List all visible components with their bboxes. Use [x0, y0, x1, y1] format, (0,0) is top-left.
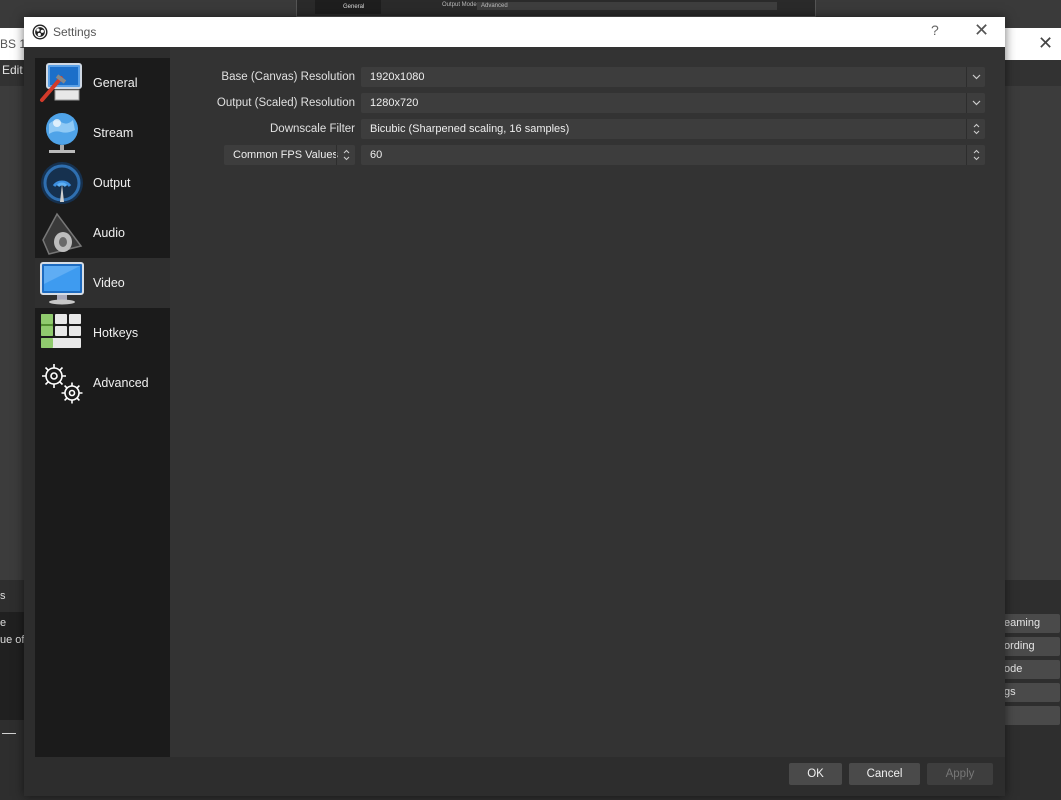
speaker-icon [42, 212, 83, 255]
settings-sidebar: General Stream Output Audio Video Hotkey… [35, 58, 170, 757]
output-resolution-select[interactable]: 1280x720 [361, 93, 985, 113]
apply-button[interactable]: Apply [927, 763, 993, 785]
fps-value-select[interactable]: 60 [361, 145, 985, 165]
sidebar-item-label: Hotkeys [93, 326, 139, 340]
list-item[interactable]: e [0, 617, 6, 629]
output-resolution-label: Output (Scaled) Resolution [216, 97, 355, 109]
ok-button[interactable]: OK [789, 763, 842, 785]
sidebar-item-advanced[interactable]: Advanced [35, 358, 170, 408]
sidebar-item-video[interactable]: Video [35, 258, 170, 308]
updown-arrows-icon[interactable] [336, 145, 355, 165]
gears-icon [42, 364, 83, 404]
obs-logo-icon [32, 24, 48, 40]
fps-type-value: Common FPS Values [233, 149, 338, 161]
fps-value: 60 [370, 149, 383, 161]
background-settings-preview: General Output Mode Advanced [296, 0, 816, 17]
fps-type-select[interactable]: Common FPS Values [224, 145, 355, 165]
dialog-title: Settings [53, 25, 97, 39]
sidebar-item-label: Video [93, 276, 125, 290]
cancel-button[interactable]: Cancel [849, 763, 920, 785]
sidebar-item-label: Stream [93, 126, 134, 140]
background-dock-header: s [0, 590, 6, 602]
sidebar-item-output[interactable]: Output [35, 158, 170, 208]
downscale-filter-label: Downscale Filter [270, 123, 355, 135]
background-mini-label: Output Mode [442, 2, 477, 8]
updown-arrows-icon[interactable] [966, 119, 985, 139]
chevron-down-icon[interactable] [966, 93, 985, 113]
sidebar-item-stream[interactable]: Stream [35, 108, 170, 158]
base-resolution-label: Base (Canvas) Resolution [221, 71, 355, 83]
updown-arrows-icon[interactable] [966, 145, 985, 165]
sidebar-item-label: Output [93, 176, 131, 190]
monitor-icon [40, 262, 84, 305]
menu-edit[interactable]: Edit [2, 63, 23, 77]
sidebar-item-label: Advanced [93, 376, 149, 390]
chevron-down-icon[interactable] [966, 67, 985, 87]
list-item[interactable]: ue of [0, 634, 24, 646]
sidebar-item-hotkeys[interactable]: Hotkeys [35, 308, 170, 358]
general-settings-icon [40, 63, 82, 102]
help-icon[interactable]: ? [931, 22, 939, 38]
base-resolution-select[interactable]: 1920x1080 [361, 67, 985, 87]
downscale-filter-value: Bicubic (Sharpened scaling, 16 samples) [370, 123, 570, 135]
output-resolution-value: 1280x720 [370, 97, 419, 109]
close-icon[interactable]: ✕ [974, 20, 989, 41]
sidebar-item-label: Audio [93, 226, 125, 240]
globe-icon [46, 113, 78, 153]
base-resolution-value: 1920x1080 [370, 71, 425, 83]
background-mini-value: Advanced [477, 2, 777, 10]
settings-dialog: Settings ? ✕ General Stream Output Audio… [24, 17, 1005, 796]
sidebar-item-audio[interactable]: Audio [35, 208, 170, 258]
sidebar-item-general[interactable]: General [35, 58, 170, 108]
keyboard-icon [41, 314, 81, 348]
downscale-filter-select[interactable]: Bicubic (Sharpened scaling, 16 samples) [361, 119, 985, 139]
remove-icon[interactable]: — [2, 724, 16, 740]
background-mini-tab: General [315, 0, 381, 14]
dialog-titlebar: Settings ? ✕ [24, 17, 1005, 47]
background-close-icon[interactable]: ✕ [1038, 33, 1053, 54]
sidebar-item-label: General [93, 76, 138, 90]
broadcast-antenna-icon [41, 162, 83, 204]
